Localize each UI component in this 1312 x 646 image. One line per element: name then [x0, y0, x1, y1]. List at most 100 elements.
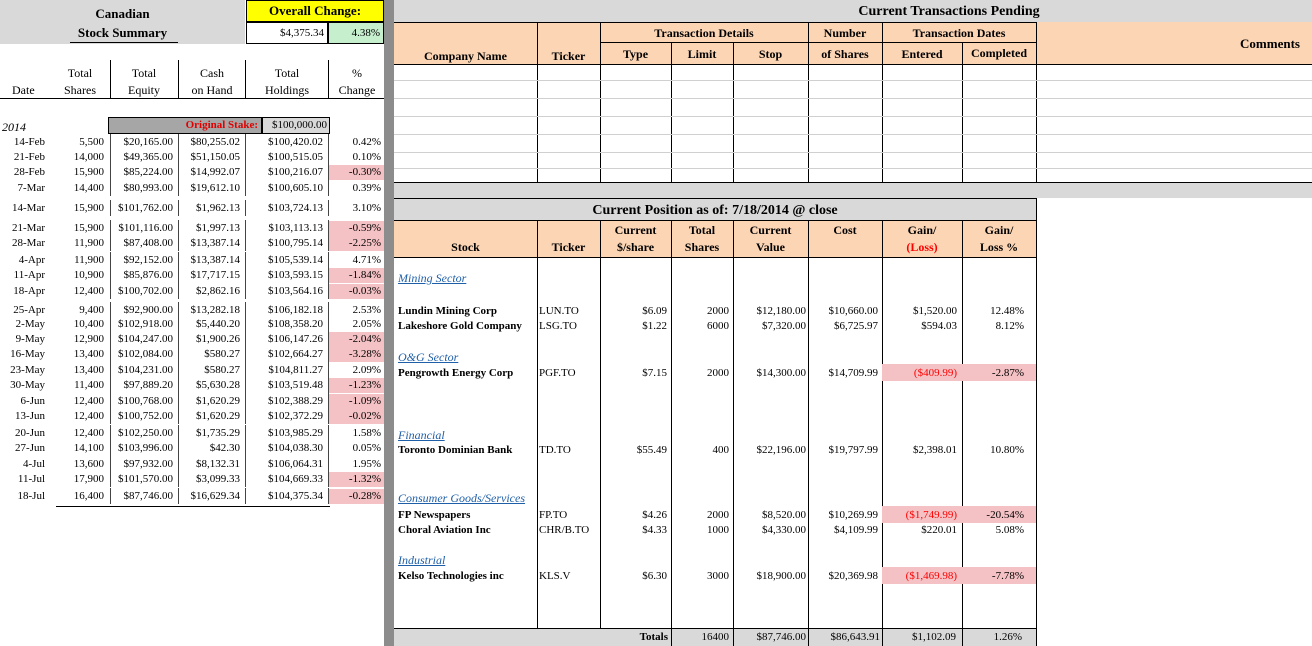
summary-cell-shares[interactable]: 14,100 [56, 443, 104, 454]
summary-cell-holdings[interactable]: $103,724.13 [246, 203, 323, 214]
pending-col-stop[interactable]: Stop [733, 48, 808, 60]
summary-cell-shares[interactable]: 15,900 [56, 203, 104, 214]
summary-cell-pct[interactable]: -0.59% [328, 223, 381, 234]
summary-cell-shares[interactable]: 17,900 [56, 474, 104, 485]
position-cell-stock[interactable]: Kelso Technologies inc [398, 571, 504, 582]
summary-cell-pct[interactable]: 3.10% [328, 203, 381, 214]
summary-cell-holdings[interactable]: $100,420.02 [246, 137, 323, 148]
position-cell-price[interactable]: $4.33 [600, 525, 667, 536]
summary-cell-cash[interactable]: $1,962.13 [178, 203, 240, 214]
summary-cell-cash[interactable]: $80,255.02 [178, 137, 241, 148]
summary-cell-pct[interactable]: 0.42% [328, 137, 381, 148]
pos-col-gain-2[interactable]: (Loss) [882, 241, 962, 253]
summary-cell-holdings[interactable]: $103,519.48 [246, 380, 323, 391]
summary-cell-date[interactable]: 14-Feb [0, 137, 45, 148]
summary-cell-pct[interactable]: -1.09% [328, 396, 381, 407]
summary-cell-cash[interactable]: $580.27 [178, 365, 240, 376]
position-cell-cost[interactable]: $4,109.99 [808, 525, 878, 536]
summary-cell-holdings[interactable]: $104,811.27 [246, 365, 323, 376]
pos-col-value-1[interactable]: Current [733, 224, 808, 236]
summary-cell-shares[interactable]: 11,400 [56, 380, 104, 391]
summary-cell-holdings[interactable]: $103,985.29 [246, 428, 323, 439]
summary-cell-shares[interactable]: 12,400 [56, 396, 104, 407]
pos-col-shares-1[interactable]: Total [671, 224, 733, 236]
summary-cell-equity[interactable]: $102,250.00 [110, 428, 173, 439]
position-cell-price[interactable]: $6.30 [600, 571, 667, 582]
summary-cell-pct[interactable]: -2.04% [328, 334, 381, 345]
position-cell-stock[interactable]: Choral Aviation Inc [398, 525, 491, 536]
summary-cell-pct[interactable]: 4.71% [328, 255, 381, 266]
summary-cell-equity[interactable]: $100,702.00 [110, 286, 173, 297]
pos-col-price-2[interactable]: $/share [600, 241, 671, 253]
summary-cell-equity[interactable]: $92,152.00 [110, 255, 174, 266]
summary-cell-date[interactable]: 6-Jun [0, 396, 45, 407]
summary-cell-equity[interactable]: $97,932.00 [110, 459, 174, 470]
position-cell-price[interactable]: $4.26 [600, 510, 667, 521]
summary-cell-shares[interactable]: 13,400 [56, 349, 104, 360]
summary-cell-equity[interactable]: $87,408.00 [110, 238, 174, 249]
pending-col-entered[interactable]: Entered [882, 48, 962, 60]
position-cell-gain_pct[interactable]: 12.48% [962, 306, 1024, 317]
summary-cell-shares[interactable]: 10,400 [56, 319, 104, 330]
summary-cell-holdings[interactable]: $104,375.34 [246, 491, 323, 502]
position-cell-ticker[interactable]: TD.TO [539, 445, 571, 456]
summary-cell-date[interactable]: 11-Apr [0, 270, 45, 281]
summary-cell-holdings[interactable]: $102,372.29 [246, 411, 323, 422]
summary-cell-holdings[interactable]: $103,564.16 [246, 286, 323, 297]
summary-cell-equity[interactable]: $101,762.00 [110, 203, 173, 214]
position-cell-gain_pct[interactable]: 8.12% [962, 321, 1024, 332]
summary-cell-date[interactable]: 28-Feb [0, 167, 45, 178]
position-cell-shares[interactable]: 6000 [671, 321, 729, 332]
summary-cell-pct[interactable]: -3.28% [328, 349, 381, 360]
summary-cell-holdings[interactable]: $100,216.07 [246, 167, 323, 178]
position-cell-cost[interactable]: $14,709.99 [808, 368, 879, 379]
position-cell-shares[interactable]: 2000 [671, 510, 729, 521]
pos-col-stock[interactable]: Stock [394, 241, 537, 253]
position-cell-cost[interactable]: $10,269.99 [808, 510, 879, 521]
summary-cell-holdings[interactable]: $100,795.14 [246, 238, 323, 249]
pending-col-shares[interactable]: of Shares [808, 48, 882, 60]
position-cell-shares[interactable]: 3000 [671, 571, 729, 582]
summary-cell-shares[interactable]: 15,900 [56, 223, 104, 234]
summary-cell-date[interactable]: 16-May [0, 349, 45, 360]
summary-cell-date[interactable]: 2-May [0, 319, 45, 330]
position-cell-value[interactable]: $4,330.00 [733, 525, 806, 536]
summary-cell-cash[interactable]: $2,862.16 [178, 286, 240, 297]
position-cell-value[interactable]: $14,300.00 [733, 368, 807, 379]
position-cell-gain[interactable]: ($1,469.98) [882, 571, 957, 582]
summary-cell-cash[interactable]: $13,282.18 [178, 305, 241, 316]
summary-cell-equity[interactable]: $104,231.00 [110, 365, 173, 376]
summary-cell-holdings[interactable]: $102,664.27 [246, 349, 323, 360]
position-cell-ticker[interactable]: FP.TO [539, 510, 567, 521]
position-cell-stock[interactable]: Lundin Mining Corp [398, 306, 497, 317]
pending-col-company[interactable]: Company Name [394, 50, 537, 62]
summary-cell-cash[interactable]: $16,629.34 [178, 491, 241, 502]
summary-cell-cash[interactable]: $580.27 [178, 349, 240, 360]
summary-cell-pct[interactable]: 0.39% [328, 183, 381, 194]
summary-cell-holdings[interactable]: $105,539.14 [246, 255, 323, 266]
summary-cell-equity[interactable]: $85,224.00 [110, 167, 174, 178]
summary-cell-cash[interactable]: $13,387.14 [178, 238, 241, 249]
summary-cell-cash[interactable]: $1,997.13 [178, 223, 240, 234]
summary-cell-date[interactable]: 20-Jun [0, 428, 45, 439]
summary-cell-equity[interactable]: $100,768.00 [110, 396, 173, 407]
summary-cell-shares[interactable]: 14,000 [56, 152, 104, 163]
summary-cell-shares[interactable]: 5,500 [56, 137, 104, 148]
summary-cell-shares[interactable]: 11,900 [56, 255, 104, 266]
summary-cell-holdings[interactable]: $100,515.05 [246, 152, 323, 163]
summary-cell-date[interactable]: 30-May [0, 380, 45, 391]
summary-cell-pct[interactable]: 2.09% [328, 365, 381, 376]
summary-cell-equity[interactable]: $103,996.00 [110, 443, 173, 454]
position-cell-gain[interactable]: $1,520.00 [882, 306, 957, 317]
position-cell-ticker[interactable]: LUN.TO [539, 306, 579, 317]
summary-cell-equity[interactable]: $102,084.00 [110, 349, 173, 360]
pending-col-limit[interactable]: Limit [671, 48, 733, 60]
position-cell-stock[interactable]: Pengrowth Energy Corp [398, 368, 513, 379]
summary-cell-shares[interactable]: 12,400 [56, 286, 104, 297]
summary-cell-shares[interactable]: 14,400 [56, 183, 104, 194]
summary-cell-holdings[interactable]: $106,147.26 [246, 334, 323, 345]
position-cell-gain[interactable]: $594.03 [882, 321, 957, 332]
summary-cell-cash[interactable]: $8,132.31 [178, 459, 240, 470]
position-cell-ticker[interactable]: PGF.TO [539, 368, 576, 379]
summary-cell-date[interactable]: 4-Jul [0, 459, 45, 470]
